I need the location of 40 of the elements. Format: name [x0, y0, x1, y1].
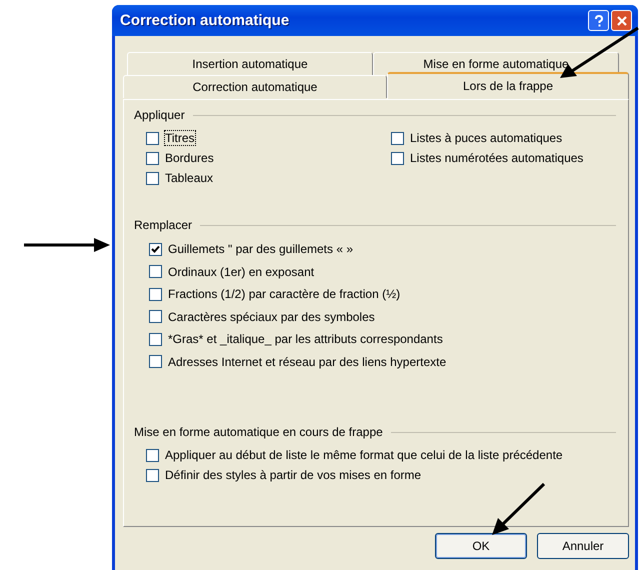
tab[interactable]: Insertion automatique [127, 52, 373, 75]
close-button[interactable] [611, 10, 632, 31]
checkbox-label[interactable]: Guillemets " par des guillemets « » [168, 242, 354, 256]
checkbox[interactable] [146, 172, 159, 184]
checkbox-label[interactable]: Bordures [165, 151, 214, 165]
checkbox[interactable] [146, 152, 159, 164]
checkbox-label[interactable]: Définir des styles à partir de vos mises en forme [165, 468, 422, 482]
checkbox-label[interactable]: Ordinaux (1er) en exposant [168, 264, 314, 279]
dialog-button[interactable]: OK [435, 533, 527, 559]
help-icon [594, 14, 604, 26]
checkbox[interactable] [146, 468, 159, 482]
help-button[interactable] [588, 10, 609, 31]
annotation-arrow [492, 482, 546, 535]
checkbox[interactable] [391, 132, 404, 144]
checkbox[interactable] [149, 242, 162, 256]
checkbox[interactable] [149, 288, 162, 301]
checkbox[interactable] [146, 132, 159, 144]
checkbox-label[interactable]: Listes numérotées automatiques [410, 151, 584, 165]
checkbox-label[interactable]: Listes à puces automatiques [410, 131, 562, 145]
checkbox-label[interactable]: Tableaux [165, 171, 214, 185]
checkbox[interactable] [149, 355, 162, 368]
checkbox[interactable] [146, 448, 159, 462]
checkbox-label[interactable]: *Gras* et _italique_ par les attributs correspondants [168, 332, 443, 346]
checkbox[interactable] [149, 265, 162, 278]
checkbox-label[interactable]: Fractions (1/2) par caractère de fraction (½) [168, 287, 400, 302]
checkbox[interactable] [391, 152, 404, 164]
tab[interactable]: Correction automatique [123, 75, 387, 98]
group-title: Mise en forme automatique en cours de frappe [134, 425, 383, 439]
checkbox[interactable] [149, 310, 162, 324]
dialog-button[interactable]: Annuler [537, 533, 629, 559]
close-icon [616, 16, 626, 26]
group-title: Appliquer [134, 108, 185, 122]
group-title: Remplacer [134, 218, 192, 232]
checkbox-label[interactable]: Adresses Internet et réseau par des liens hypertexte [168, 354, 446, 369]
window-title: Correction automatique [120, 12, 290, 29]
checkbox-label[interactable]: Appliquer au début de liste le même format que celui de la liste précédente [165, 448, 563, 462]
checkbox-label[interactable]: Caractères spéciaux par des symboles [168, 310, 375, 324]
checkbox[interactable] [149, 332, 162, 346]
checkbox-label[interactable]: Titres [165, 131, 195, 145]
tab[interactable]: Lors de la frappe [387, 72, 629, 99]
